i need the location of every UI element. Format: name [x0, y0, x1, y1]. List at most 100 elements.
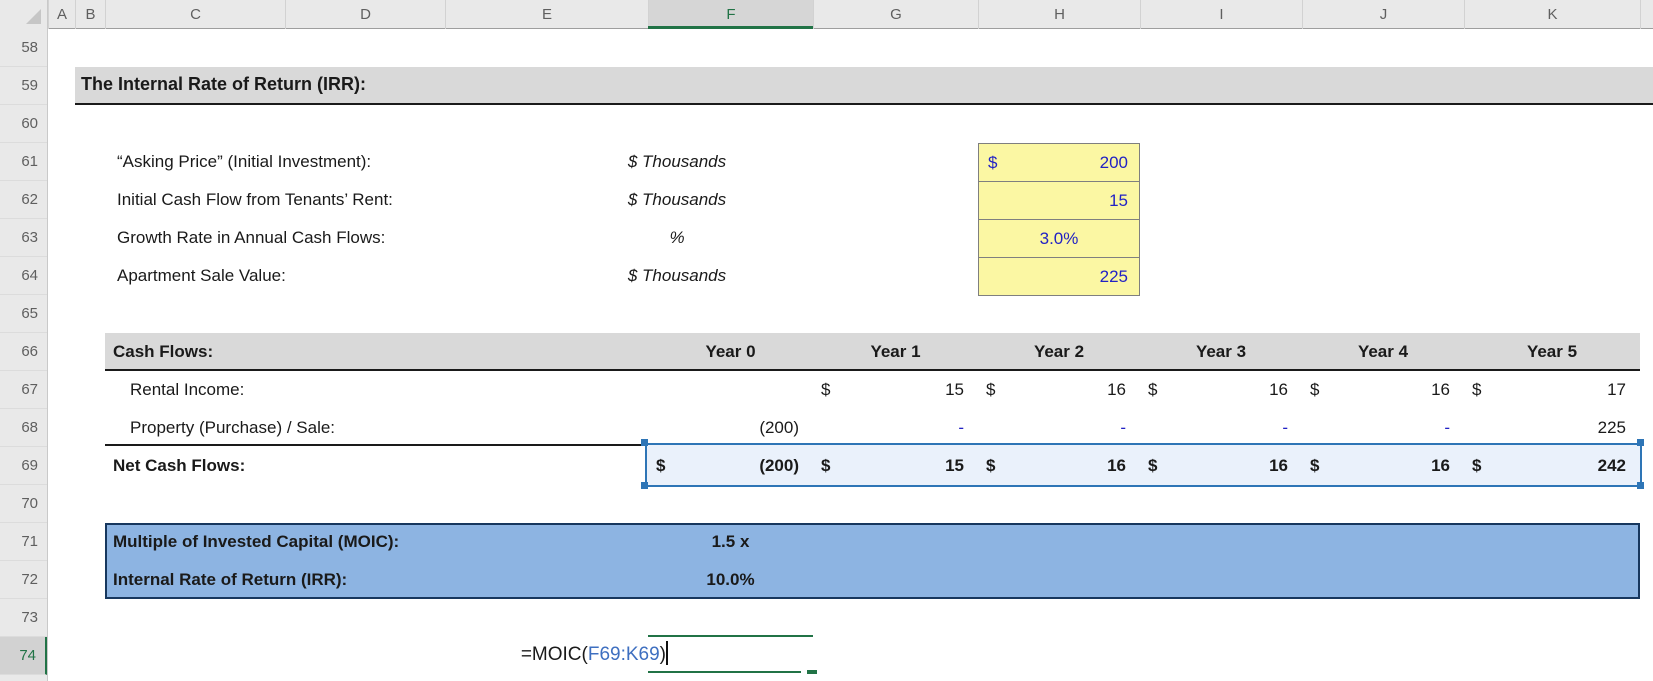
selection-handle[interactable] — [641, 439, 648, 446]
currency-symbol: $ — [1310, 456, 1320, 475]
cell-value: - — [1120, 418, 1126, 437]
input-label-growth-rate[interactable]: Growth Rate in Annual Cash Flows: — [117, 219, 385, 257]
cell-i68[interactable]: - — [1140, 409, 1302, 447]
input-cells-block: $ 200 15 3.0% 225 — [978, 143, 1140, 296]
currency-symbol: $ — [1472, 456, 1482, 475]
input-label-initial-cash-flow[interactable]: Initial Cash Flow from Tenants’ Rent: — [117, 181, 393, 219]
input-cell-growth-rate[interactable]: 3.0% — [979, 220, 1139, 258]
cell-value: 242 — [1597, 456, 1626, 475]
row-header-65[interactable]: 65 — [0, 295, 47, 333]
column-header-h[interactable]: H — [978, 0, 1140, 29]
column-header-g[interactable]: G — [813, 0, 978, 29]
property-label[interactable]: Property (Purchase) / Sale: — [130, 409, 335, 447]
column-header-a[interactable]: A — [48, 0, 75, 29]
cash-flows-header-label[interactable]: Cash Flows: — [113, 333, 213, 371]
currency-symbol: $ — [986, 380, 996, 399]
year-header-0[interactable]: Year 0 — [648, 333, 813, 371]
cell-g69[interactable]: $ 15 — [813, 447, 978, 485]
rental-income-label[interactable]: Rental Income: — [130, 371, 244, 409]
column-header-c[interactable]: C — [105, 0, 285, 29]
cell-j67[interactable]: $ 16 — [1302, 371, 1464, 409]
fill-handle[interactable] — [807, 670, 817, 674]
row-header-66[interactable]: 66 — [0, 333, 47, 371]
row-header-62[interactable]: 62 — [0, 181, 47, 219]
cell-k67[interactable]: $ 17 — [1464, 371, 1640, 409]
section-title-cell[interactable]: The Internal Rate of Return (IRR): — [75, 67, 1653, 105]
moic-label[interactable]: Multiple of Invested Capital (MOIC): — [113, 523, 399, 561]
cell-h68[interactable]: - — [978, 409, 1140, 447]
row-header-71[interactable]: 71 — [0, 523, 47, 561]
column-header-partial — [1640, 0, 1653, 29]
net-cash-flows-label[interactable]: Net Cash Flows: — [113, 447, 245, 485]
cell-g67[interactable]: $ 15 — [813, 371, 978, 409]
cell-i69[interactable]: $ 16 — [1140, 447, 1302, 485]
edit-cell-bottom-border — [648, 671, 801, 673]
cell-value: - — [1444, 418, 1450, 437]
cell-k68[interactable]: 225 — [1464, 409, 1640, 447]
selection-handle[interactable] — [641, 482, 648, 489]
row-header-69[interactable]: 69 — [0, 447, 47, 485]
row-header-60[interactable]: 60 — [0, 105, 47, 143]
cell-value: (200) — [759, 456, 799, 475]
column-header-f-selected[interactable]: F — [648, 0, 813, 29]
input-cell-asking-price[interactable]: $ 200 — [979, 144, 1139, 182]
column-header-b[interactable]: B — [75, 0, 105, 29]
select-all-triangle-icon — [26, 9, 41, 24]
edit-cell-top-border — [648, 635, 813, 637]
input-value: 225 — [1099, 267, 1128, 286]
row-header-64[interactable]: 64 — [0, 257, 47, 295]
unit-cell-62[interactable]: $ Thousands — [562, 181, 792, 219]
formula-edit-cell[interactable]: =MOIC(F69:K69) — [380, 637, 668, 673]
cell-g68[interactable]: - — [813, 409, 978, 447]
row-header-63[interactable]: 63 — [0, 219, 47, 257]
cell-i67[interactable]: $ 16 — [1140, 371, 1302, 409]
currency-symbol: $ — [821, 456, 831, 475]
column-header-d[interactable]: D — [285, 0, 445, 29]
currency-symbol: $ — [1310, 380, 1320, 399]
moic-value[interactable]: 1.5 x — [648, 523, 813, 561]
cell-j69[interactable]: $ 16 — [1302, 447, 1464, 485]
cell-value: 15 — [945, 380, 964, 399]
row-header-67[interactable]: 67 — [0, 371, 47, 409]
cell-h67[interactable]: $ 16 — [978, 371, 1140, 409]
year-header-3[interactable]: Year 3 — [1140, 333, 1302, 371]
row-header-72[interactable]: 72 — [0, 561, 47, 599]
column-header-i[interactable]: I — [1140, 0, 1302, 29]
column-header-strip: A B C D E F G H I J K — [0, 0, 1653, 29]
column-header-e[interactable]: E — [445, 0, 648, 29]
year-header-1[interactable]: Year 1 — [813, 333, 978, 371]
column-header-j[interactable]: J — [1302, 0, 1464, 29]
year-header-4[interactable]: Year 4 — [1302, 333, 1464, 371]
input-label-asking-price[interactable]: “Asking Price” (Initial Investment): — [117, 143, 371, 181]
cell-h69[interactable]: $ 16 — [978, 447, 1140, 485]
cell-f68[interactable]: (200) — [648, 409, 813, 447]
unit-cell-63[interactable]: % — [562, 219, 792, 257]
cell-value: 17 — [1607, 380, 1626, 399]
year-header-2[interactable]: Year 2 — [978, 333, 1140, 371]
year-header-5[interactable]: Year 5 — [1464, 333, 1640, 371]
irr-value[interactable]: 10.0% — [648, 561, 813, 599]
cell-j68[interactable]: - — [1302, 409, 1464, 447]
cell-k69[interactable]: $ 242 — [1464, 447, 1640, 485]
row-header-74-selected[interactable]: 74 — [0, 637, 47, 675]
column-header-k[interactable]: K — [1464, 0, 1640, 29]
row-header-73[interactable]: 73 — [0, 599, 47, 637]
select-all-corner[interactable] — [0, 0, 48, 29]
input-value: 200 — [1099, 153, 1128, 172]
row-header-61[interactable]: 61 — [0, 143, 47, 181]
input-cell-initial-cash-flow[interactable]: 15 — [979, 182, 1139, 220]
input-label-sale-value[interactable]: Apartment Sale Value: — [117, 257, 286, 295]
unit-cell-64[interactable]: $ Thousands — [562, 257, 792, 295]
irr-label[interactable]: Internal Rate of Return (IRR): — [113, 561, 347, 599]
currency-symbol: $ — [656, 456, 666, 475]
row-header-58[interactable]: 58 — [0, 29, 47, 67]
selection-handle[interactable] — [1637, 439, 1644, 446]
formula-range-reference: F69:K69 — [587, 644, 660, 665]
row-header-68[interactable]: 68 — [0, 409, 47, 447]
unit-cell-61[interactable]: $ Thousands — [562, 143, 792, 181]
cell-f69[interactable]: $ (200) — [648, 447, 813, 485]
row-header-70[interactable]: 70 — [0, 485, 47, 523]
input-cell-sale-value[interactable]: 225 — [979, 258, 1139, 296]
row-header-59[interactable]: 59 — [0, 67, 47, 105]
cell-value: 16 — [1431, 380, 1450, 399]
